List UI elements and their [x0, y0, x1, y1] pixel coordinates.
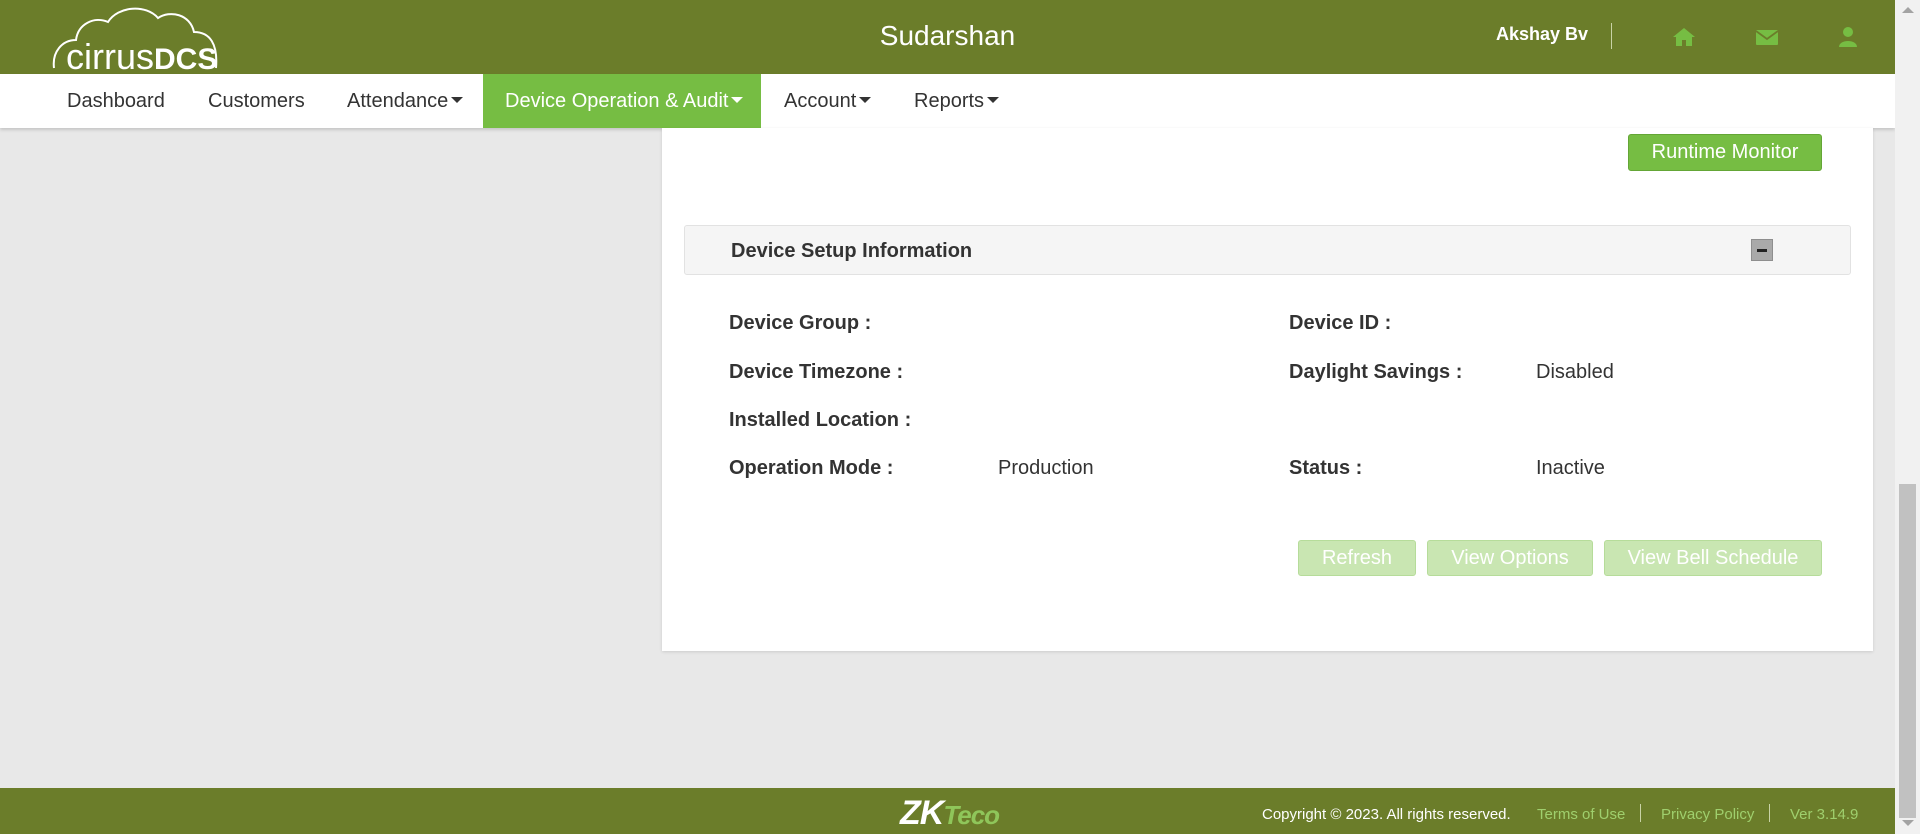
nav-device-operation-audit-label: Device Operation & Audit — [505, 90, 729, 112]
cirrus-dcs-logo[interactable]: cirrusDCS — [50, 4, 220, 77]
nav-dashboard-label: Dashboard — [67, 90, 165, 112]
terms-of-use-link[interactable]: Terms of Use — [1537, 806, 1625, 823]
header-divider — [1611, 23, 1612, 49]
panel-title: Device Setup Information — [731, 240, 973, 262]
top-header: cirrusDCS Sudarshan Akshay Bv — [0, 0, 1895, 77]
refresh-button[interactable]: Refresh — [1298, 540, 1416, 576]
scroll-up-icon[interactable] — [1902, 7, 1914, 13]
logo-teco: Teco — [943, 800, 1000, 830]
logo-wordmark: cirrusDCS — [66, 36, 217, 78]
chevron-down-icon — [731, 97, 744, 104]
chevron-down-icon — [859, 97, 872, 104]
user-name[interactable]: Akshay Bv — [1496, 24, 1588, 45]
nav-account[interactable]: Account — [784, 74, 872, 128]
operation-mode-value: Production — [998, 457, 1094, 479]
logo-text-cirrus: cirrus — [66, 36, 154, 77]
user-icon[interactable] — [1833, 22, 1863, 52]
nav-reports[interactable]: Reports — [914, 74, 1000, 128]
status-value: Inactive — [1536, 457, 1605, 479]
daylight-savings-value: Disabled — [1536, 361, 1614, 383]
daylight-savings-label: Daylight Savings : — [1289, 361, 1463, 383]
nav-attendance[interactable]: Attendance — [347, 74, 464, 128]
device-timezone-label: Device Timezone : — [729, 361, 904, 383]
nav-reports-label: Reports — [914, 90, 985, 112]
nav-customers-label: Customers — [208, 90, 305, 112]
page-footer: ZKTeco Copyright © 2023. All rights rese… — [0, 788, 1895, 834]
nav-account-label: Account — [784, 90, 857, 112]
footer-divider — [1769, 804, 1770, 822]
status-label: Status : — [1289, 457, 1363, 479]
nav-dashboard[interactable]: Dashboard — [67, 74, 165, 128]
chevron-down-icon — [987, 97, 1000, 104]
runtime-monitor-button[interactable]: Runtime Monitor — [1628, 134, 1822, 171]
device-group-label: Device Group : — [729, 312, 872, 334]
main-nav: Dashboard Customers Attendance Device Op… — [0, 74, 1895, 128]
home-icon[interactable] — [1669, 22, 1699, 52]
nav-device-operation-audit[interactable]: Device Operation & Audit — [483, 74, 761, 128]
device-id-label: Device ID : — [1289, 312, 1392, 334]
nav-attendance-label: Attendance — [347, 90, 449, 112]
logo-text-dcs: DCS — [154, 43, 218, 76]
scroll-thumb[interactable] — [1899, 484, 1916, 818]
page-scrollbar[interactable] — [1895, 0, 1920, 834]
copyright-text: Copyright © 2023. All rights reserved. — [1262, 806, 1511, 823]
privacy-policy-link[interactable]: Privacy Policy — [1661, 806, 1754, 823]
version-text: Ver 3.14.9 — [1790, 806, 1859, 823]
chevron-down-icon — [451, 97, 464, 104]
view-bell-schedule-button[interactable]: View Bell Schedule — [1604, 540, 1822, 576]
installed-location-label: Installed Location : — [729, 409, 912, 431]
nav-customers[interactable]: Customers — [208, 74, 305, 128]
collapse-icon[interactable] — [1751, 239, 1773, 261]
logo-zk: ZK — [900, 794, 944, 832]
scroll-down-icon[interactable] — [1902, 820, 1914, 826]
view-options-button[interactable]: View Options — [1427, 540, 1593, 576]
zkteco-logo: ZKTeco — [900, 794, 1000, 833]
device-setup-panel-header[interactable]: Device Setup Information — [684, 225, 1851, 275]
device-detail-card: Runtime Monitor Device Setup Information… — [662, 128, 1873, 651]
envelope-icon[interactable] — [1752, 22, 1782, 52]
operation-mode-label: Operation Mode : — [729, 457, 894, 479]
footer-divider — [1640, 804, 1641, 822]
